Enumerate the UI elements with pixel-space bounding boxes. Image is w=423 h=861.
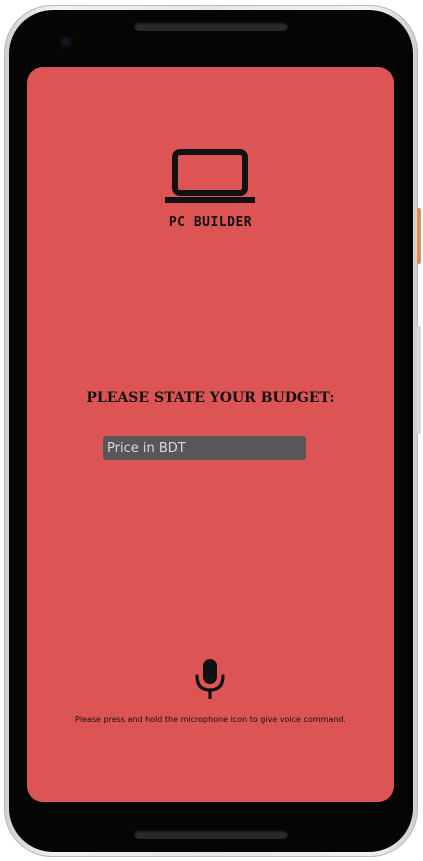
voice-command-hint: Please press and hold the microphone ico… [75, 715, 346, 724]
laptop-icon [165, 149, 255, 203]
bottom-speaker [134, 830, 288, 839]
power-button [417, 208, 421, 264]
front-camera [59, 35, 73, 49]
budget-prompt: PLEASE STATE YOUR BUDGET: [86, 390, 335, 406]
top-speaker [134, 22, 288, 31]
app-logo-text: PC BUILDER [168, 215, 253, 230]
app-screen: PC BUILDER PLEASE STATE YOUR BUDGET: Ple… [27, 67, 394, 802]
volume-button [417, 326, 421, 434]
microphone-icon[interactable] [194, 659, 226, 699]
budget-price-input[interactable] [103, 436, 306, 460]
